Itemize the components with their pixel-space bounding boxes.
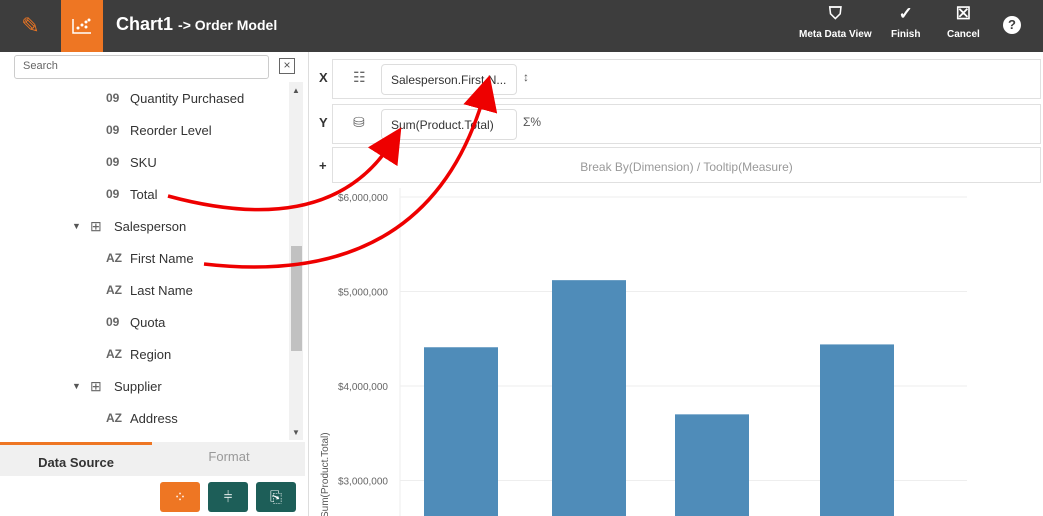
field-label: Reorder Level xyxy=(130,122,212,138)
text-type-icon: AZ xyxy=(106,347,122,361)
numeric-type-icon: 09 xyxy=(106,123,120,137)
sort-icon[interactable]: ↕ xyxy=(523,70,529,84)
check-circle-icon: ✓ xyxy=(898,4,913,23)
text-type-icon: AZ xyxy=(106,411,122,425)
table-item[interactable]: ▼ ⊞ Salesperson xyxy=(72,210,186,242)
y-axis-title: Sum(Product.Total) xyxy=(320,432,331,516)
x-shelf-label: X xyxy=(319,70,328,85)
x-shelf[interactable]: ☷ Salesperson.First N... ↕ xyxy=(332,59,1041,99)
numeric-type-icon: 09 xyxy=(106,187,120,201)
field-item[interactable]: 09 Total xyxy=(106,178,157,210)
caret-down-icon[interactable]: ▼ xyxy=(72,221,90,231)
field-item[interactable]: AZ Address xyxy=(106,402,178,434)
table-icon: ⊞ xyxy=(90,377,102,394)
field-label: Total xyxy=(130,186,158,202)
numeric-type-icon: 09 xyxy=(106,315,120,329)
align-icon: ⫩ xyxy=(223,488,233,506)
numeric-type-icon: 09 xyxy=(106,155,120,169)
scrollbar-thumb[interactable] xyxy=(291,246,302,351)
tree-scrollbar[interactable]: ▲ ▼ xyxy=(289,82,303,440)
caret-down-icon[interactable]: ▼ xyxy=(72,381,90,391)
field-item[interactable]: AZ First Name xyxy=(106,242,194,274)
bar-chart: $3,000,000 $4,000,000 $5,000,000 $6,000,000… xyxy=(320,188,967,516)
field-label: First Name xyxy=(130,250,194,266)
break-by-shelf[interactable]: Break By(Dimension) / Tooltip(Measure) xyxy=(332,147,1041,183)
y-shelf-label: Y xyxy=(319,115,328,130)
tab-data-source[interactable]: Data Source xyxy=(0,442,152,476)
field-label: Address xyxy=(130,410,178,426)
search-input[interactable]: Search xyxy=(14,55,269,79)
field-item[interactable]: 09 Reorder Level xyxy=(106,114,212,146)
clear-search-icon[interactable]: × xyxy=(279,58,295,74)
align-button[interactable]: ⫩ xyxy=(208,482,248,512)
plus-shelf-label: + xyxy=(319,158,327,173)
table-item[interactable]: ▼ ⊞ Supplier xyxy=(72,370,162,402)
table-icon: ⊞ xyxy=(90,217,102,234)
bar[interactable] xyxy=(424,347,498,516)
text-type-icon: AZ xyxy=(106,283,122,297)
y-field-pill[interactable]: Sum(Product.Total) xyxy=(381,109,517,140)
bar[interactable] xyxy=(675,414,749,516)
tag-icon: ⛉ xyxy=(828,4,842,23)
field-item[interactable]: 09 Quota xyxy=(106,306,165,338)
top-bar: ✎ Chart1 -> Order Model ⛉ Meta Data View … xyxy=(0,0,1043,52)
cancel-button[interactable]: ☒ Cancel xyxy=(947,4,980,40)
field-label: Quota xyxy=(130,314,166,330)
chart-data-button[interactable]: ⁘ xyxy=(160,482,200,512)
close-box-icon: ☒ xyxy=(955,4,972,23)
field-item[interactable]: 09 Quantity Purchased xyxy=(106,82,244,114)
field-label: Quantity Purchased xyxy=(130,90,245,106)
designer-logo-icon[interactable]: ✎ xyxy=(0,0,61,52)
chart-type-icon[interactable] xyxy=(61,0,103,52)
table-label: Supplier xyxy=(114,378,162,394)
break-by-placeholder: Break By(Dimension) / Tooltip(Measure) xyxy=(580,160,793,174)
button-label: Meta Data View xyxy=(799,29,872,40)
y-tick-label: $5,000,000 xyxy=(338,288,388,299)
swap-button[interactable]: ⎘ xyxy=(256,482,296,512)
chart-name: Chart1 xyxy=(116,14,174,34)
x-field-pill[interactable]: Salesperson.First N... xyxy=(381,64,517,95)
y-shelf[interactable]: ⛁ Sum(Product.Total) Σ% xyxy=(332,104,1041,144)
scatter-chart-icon: ⁘ xyxy=(173,489,187,506)
finish-button[interactable]: ✓ Finish xyxy=(891,4,920,40)
left-panel: Search × 09 Quantity Purchased 09 Reorder … xyxy=(0,52,309,516)
aggregate-icon[interactable]: Σ% xyxy=(523,115,541,129)
y-tick-label: $4,000,000 xyxy=(338,382,388,393)
button-label: Finish xyxy=(891,29,921,40)
field-label: Region xyxy=(130,346,172,362)
help-icon[interactable]: ? xyxy=(1003,16,1021,34)
field-label: SKU xyxy=(130,154,157,170)
numeric-type-icon: 09 xyxy=(106,91,120,105)
y-tick-label: $6,000,000 xyxy=(338,193,388,204)
field-item[interactable]: 09 SKU xyxy=(106,146,157,178)
field-label: Last Name xyxy=(130,282,193,298)
button-label: Cancel xyxy=(947,29,980,40)
measure-icon: ⛁ xyxy=(353,114,365,130)
bar[interactable] xyxy=(552,280,626,516)
field-item[interactable]: AZ Region xyxy=(106,338,171,370)
model-name: -> Order Model xyxy=(178,17,278,33)
bar[interactable] xyxy=(820,344,894,516)
y-tick-label: $3,000,000 xyxy=(338,477,388,488)
swap-icon: ⎘ xyxy=(269,488,282,506)
dimension-icon: ☷ xyxy=(353,69,366,85)
field-item[interactable]: AZ Last Name xyxy=(106,274,193,306)
text-type-icon: AZ xyxy=(106,251,122,265)
panel-tabs: Data Source Format xyxy=(0,442,305,476)
table-label: Salesperson xyxy=(114,218,187,234)
meta-data-view-button[interactable]: ⛉ Meta Data View xyxy=(799,4,872,40)
scroll-down-icon[interactable]: ▼ xyxy=(292,428,300,437)
field-tree: 09 Quantity Purchased 09 Reorder Level 09 S… xyxy=(0,82,288,440)
page-title: Chart1 -> Order Model xyxy=(116,14,277,35)
tab-format[interactable]: Format xyxy=(153,442,305,476)
scroll-up-icon[interactable]: ▲ xyxy=(292,86,300,95)
